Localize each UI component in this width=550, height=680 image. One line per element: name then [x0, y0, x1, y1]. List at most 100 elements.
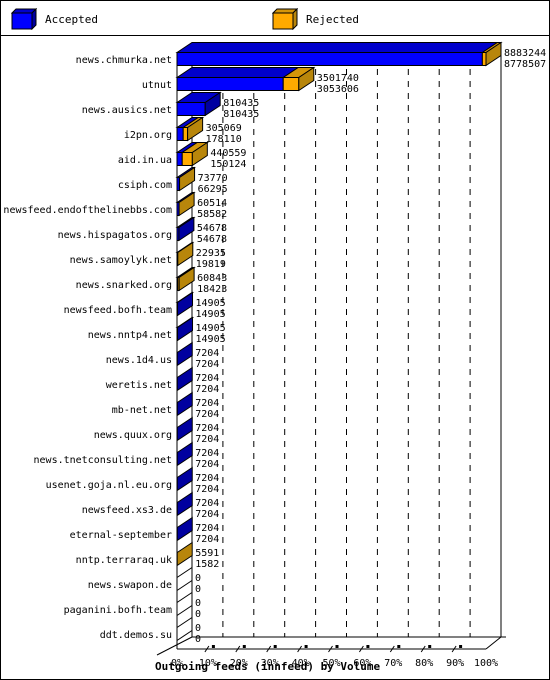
x-tick-dot: [273, 645, 277, 648]
x-tick-dot: [211, 645, 215, 648]
accepted-bar-front: [176, 102, 206, 116]
value-label-accepted: 0: [195, 609, 201, 620]
value-label-accepted: 150124: [210, 159, 246, 170]
rejected-bar-front: [481, 52, 487, 66]
value-label-offered: 810435: [223, 98, 259, 109]
category-label: news.chmurka.net: [76, 55, 172, 66]
value-label-accepted: 54678: [197, 234, 227, 245]
rejected-bar-front: [282, 77, 300, 91]
value-label-accepted: 7204: [195, 534, 219, 545]
rejected-bar-side: [176, 541, 193, 567]
category-label: weretis.net: [106, 380, 172, 391]
rejected-bar-side: [177, 241, 194, 267]
value-label-accepted: 0: [195, 634, 201, 645]
value-label-accepted: 8778507: [504, 59, 546, 70]
value-label-accepted: 18423: [197, 284, 227, 295]
rejected-bar-front: [182, 127, 189, 141]
category-label: nntp.terraraq.uk: [76, 555, 172, 566]
value-label-accepted: 7204: [195, 409, 219, 420]
chart-title: Outgoing feeds (innfeed) by Volume: [155, 660, 381, 673]
x-tick-label: 80%: [415, 658, 433, 669]
value-label-offered: 14905: [196, 323, 226, 334]
empty-bar-edge: [176, 567, 193, 578]
category-label: news.quux.org: [94, 430, 172, 441]
value-label-offered: 7204: [195, 348, 219, 359]
value-label-offered: 73770: [198, 173, 228, 184]
category-label: news.1d4.us: [106, 355, 172, 366]
x-tick-dot: [428, 645, 432, 648]
accepted-bar-side: [176, 466, 193, 492]
value-label-accepted: 66295: [198, 184, 228, 195]
value-label-offered: 5591: [195, 548, 219, 559]
x-tick-dot: [366, 645, 370, 648]
value-label-offered: 60514: [197, 198, 227, 209]
value-label-offered: 7204: [195, 473, 219, 484]
value-label-offered: 60843: [197, 273, 227, 284]
value-label-accepted: 14905: [196, 334, 226, 345]
empty-bar-edge: [176, 605, 193, 616]
category-label: paganini.bofh.team: [64, 605, 172, 616]
rejected-bar-front: [181, 152, 193, 166]
category-label: news.snarked.org: [76, 280, 172, 291]
x-tick-dot: [242, 645, 246, 648]
value-label-offered: 305069: [206, 123, 242, 134]
value-label-offered: 7204: [195, 498, 219, 509]
accepted-bar-side: [176, 491, 193, 517]
empty-bar-edge: [176, 617, 193, 628]
category-label: newsfeed.xs3.de: [82, 505, 172, 516]
category-label: news.swapon.de: [88, 580, 172, 591]
value-label-accepted: 7204: [195, 384, 219, 395]
category-label: news.nntp4.net: [88, 330, 172, 341]
x-tick-dot: [397, 645, 401, 648]
empty-bar-edge: [176, 630, 193, 641]
accepted-bar-front: [176, 177, 180, 191]
category-label: news.tnetconsulting.net: [34, 455, 172, 466]
value-label-accepted: 7204: [195, 509, 219, 520]
category-label: usenet.goja.nl.eu.org: [46, 480, 172, 491]
x-tick-dot: [304, 645, 308, 648]
x-tick-label: 100%: [474, 658, 498, 669]
value-label-offered: 0: [195, 598, 201, 609]
value-label-accepted: 7204: [195, 359, 219, 370]
accepted-bar-side: [177, 291, 194, 317]
value-label-offered: 8883244: [504, 48, 546, 59]
accepted-bar-front: [176, 152, 183, 166]
category-label: i2pn.org: [124, 130, 172, 141]
x-tick-dot: [459, 645, 463, 648]
value-label-offered: 440559: [210, 148, 246, 159]
category-label: aid.in.ua: [118, 155, 172, 166]
accepted-bar-side: [176, 341, 193, 367]
value-label-offered: 7204: [195, 448, 219, 459]
accepted-bar-top: [175, 67, 300, 78]
category-label: news.samoylyk.net: [70, 255, 172, 266]
accepted-bar-side: [177, 316, 194, 342]
value-label-offered: 22935: [196, 248, 226, 259]
value-label-accepted: 0: [195, 584, 201, 595]
accepted-bar-front: [176, 52, 483, 66]
category-label: ddt.demos.su: [100, 630, 172, 641]
category-label: newsfeed.bofh.team: [64, 305, 172, 316]
x-tick-label: 70%: [384, 658, 402, 669]
value-label-offered: 7204: [195, 398, 219, 409]
value-label-offered: 0: [195, 573, 201, 584]
value-label-accepted: 14905: [196, 309, 226, 320]
accepted-bar-side: [176, 366, 193, 392]
value-label-accepted: 178110: [206, 134, 242, 145]
category-label: mb-net.net: [112, 405, 172, 416]
value-label-accepted: 7204: [195, 484, 219, 495]
value-label-offered: 7204: [195, 423, 219, 434]
accepted-bar-side: [176, 416, 193, 442]
empty-bar-edge: [176, 580, 193, 591]
value-label-offered: 54678: [197, 223, 227, 234]
floor-right-edge: [485, 636, 502, 650]
value-label-offered: 14905: [196, 298, 226, 309]
category-label: newsfeed.endofthelinebbs.com: [3, 205, 172, 216]
value-label-accepted: 7204: [195, 459, 219, 470]
bar-chart: 0% 10% 20% 30% 40% 50% 60% 70% 80% 90% 100%Outgoin…: [3, 41, 546, 673]
category-label: utnut: [142, 80, 172, 91]
value-label-accepted: 810435: [223, 109, 259, 120]
category-label: news.ausics.net: [82, 105, 172, 116]
value-label-offered: 3501740: [317, 73, 359, 84]
accepted-bar-front: [176, 77, 284, 91]
value-label-accepted: 7204: [195, 434, 219, 445]
